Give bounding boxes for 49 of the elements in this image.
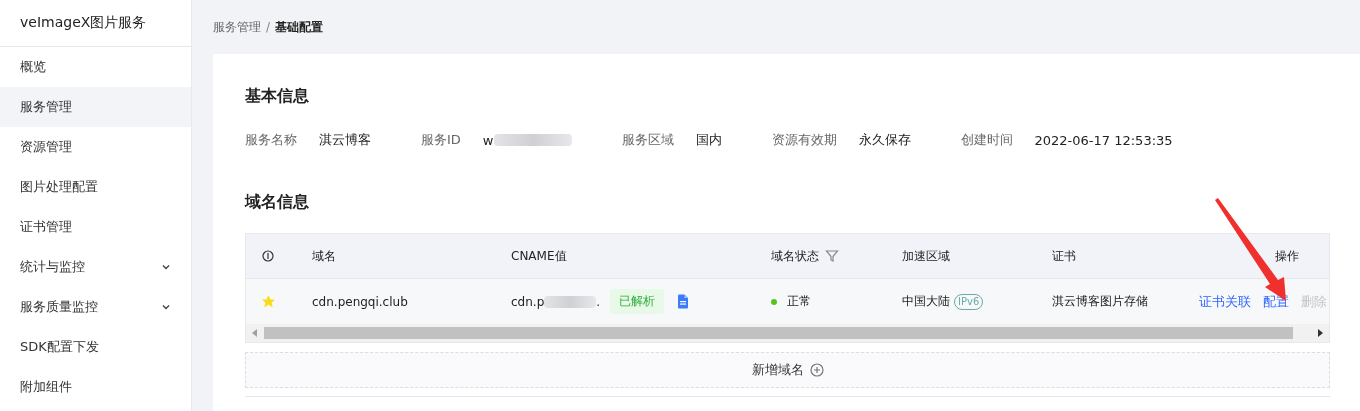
copy-icon[interactable] [677,294,690,309]
field-label: 创建时间 [960,131,1013,149]
field-value: 国内 [695,131,722,149]
table-cell: 正常 [787,293,811,310]
field-label: 资源有效期 [771,131,837,149]
add-domain-button[interactable]: 新增域名 [245,352,1330,388]
scroll-right-icon[interactable] [1317,329,1323,337]
status-tag: 已解析 [610,289,665,314]
breadcrumb-item: 基础配置 [275,18,324,36]
star-icon[interactable] [262,295,275,308]
sidebar-item[interactable]: 证书管理 [0,207,191,247]
table-cell: cdn.p [511,294,545,309]
sidebar-item[interactable]: SDK配置下发 [0,327,191,367]
section-title: 基本信息 [245,85,310,107]
app-title: veImageX图片服务 [20,14,147,32]
sidebar-item[interactable]: 图片处理配置 [0,167,191,207]
column-header: 证书 [1052,247,1076,265]
table-cell: 淇云博客图片存储 [1052,293,1148,310]
scrollbar-thumb[interactable] [264,327,1293,339]
field-value: w [482,132,494,148]
action-link[interactable]: 证书关联 [1199,292,1251,311]
plus-circle-icon [809,363,824,377]
sidebar-item[interactable]: 概览 [0,47,191,87]
field-label: 服务区域 [621,131,674,149]
sidebar-item[interactable]: 服务质量监控 [0,287,191,327]
scroll-left-icon[interactable] [252,329,258,337]
column-header: 加速区域 [902,247,950,265]
field-label: 服务名称 [245,131,297,149]
field-value: 2022-06-17 12:53:35 [1034,132,1173,148]
info-icon [262,250,274,262]
column-header: 域名状态 [771,247,819,265]
field-value: 淇云博客 [319,131,371,149]
column-header: 域名 [312,247,336,265]
breadcrumb-item[interactable]: 服务管理 [213,18,261,36]
sidebar-item[interactable]: 附加组件 [0,367,191,407]
sidebar-item[interactable]: 资源管理 [0,127,191,167]
table-cell: . [596,294,601,309]
table-cell: cdn.pengqi.club [312,294,408,309]
breadcrumb-separator: / [266,20,271,34]
horizontal-scrollbar[interactable] [246,324,1329,342]
table-cell: 中国大陆 [902,293,950,310]
section-title: 域名信息 [245,191,310,213]
field-value: 永久保存 [858,131,911,149]
filter-icon[interactable] [825,249,839,263]
column-header: CNAME值 [511,247,567,265]
sidebar-item[interactable]: 服务管理 [0,87,191,127]
column-header: 操作 [1275,247,1299,265]
sidebar-item[interactable]: 统计与监控 [0,247,191,287]
field-label: 服务ID [421,131,461,149]
